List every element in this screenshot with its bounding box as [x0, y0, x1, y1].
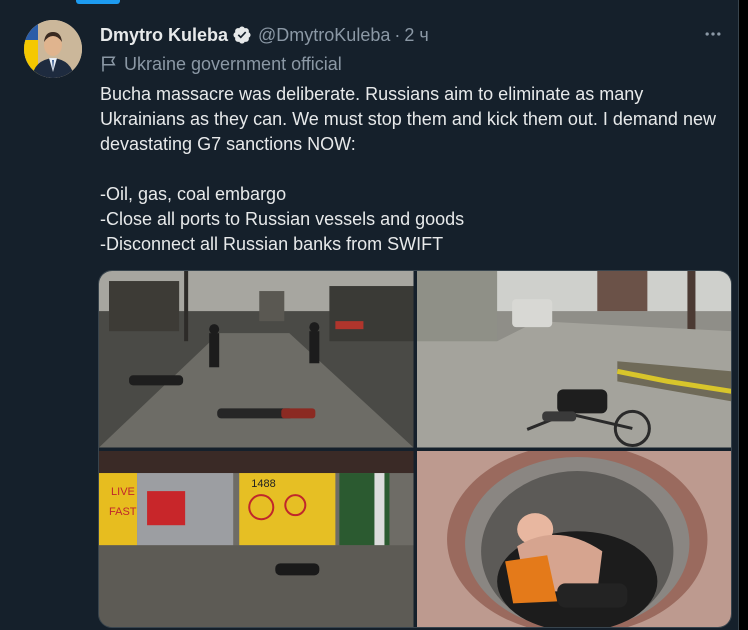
media-grid: LIVE FAST 1488 — [98, 270, 732, 628]
tweet-text-line: -Close all ports to Russian vessels and … — [100, 209, 465, 229]
tweet-text-blank-line — [100, 157, 720, 182]
photo-street-bodies[interactable] — [99, 271, 414, 448]
photo-manhole[interactable] — [416, 450, 731, 627]
tweet-timestamp[interactable]: 2 ч — [404, 25, 428, 46]
photo-bicycle-body[interactable] — [416, 271, 731, 448]
avatar[interactable] — [24, 20, 82, 78]
account-label[interactable]: Ukraine government official — [100, 52, 342, 76]
active-tab-indicator — [76, 0, 120, 4]
tweet-text-line: -Oil, gas, coal embargo — [100, 184, 287, 204]
tweet-text-line: -Disconnect all Russian banks from SWIFT — [100, 234, 444, 254]
tweet-header: Dmytro Kuleba @DmytroKuleba · 2 ч — [100, 22, 722, 48]
tweet-text: Bucha massacre was deliberate. Russians … — [100, 82, 720, 257]
tweet-card: Dmytro Kuleba @DmytroKuleba · 2 ч Ukrain… — [0, 0, 739, 630]
tweet-text-line: Bucha massacre was deliberate. Russians … — [100, 84, 716, 154]
graffiti-text-fast: FAST — [109, 506, 137, 518]
author-handle[interactable]: @DmytroKuleba — [258, 25, 390, 46]
author-name[interactable]: Dmytro Kuleba — [100, 25, 228, 46]
graffiti-text-live: LIVE — [111, 486, 135, 498]
separator-dot: · — [394, 24, 401, 45]
photo-graffiti-fence[interactable]: LIVE FAST 1488 — [99, 450, 414, 627]
graffiti-text-1488: 1488 — [251, 478, 276, 490]
verified-badge-icon — [232, 25, 252, 45]
account-label-text: Ukraine government official — [124, 53, 342, 74]
more-horizontal-icon[interactable] — [698, 24, 728, 44]
flag-icon — [100, 55, 118, 73]
